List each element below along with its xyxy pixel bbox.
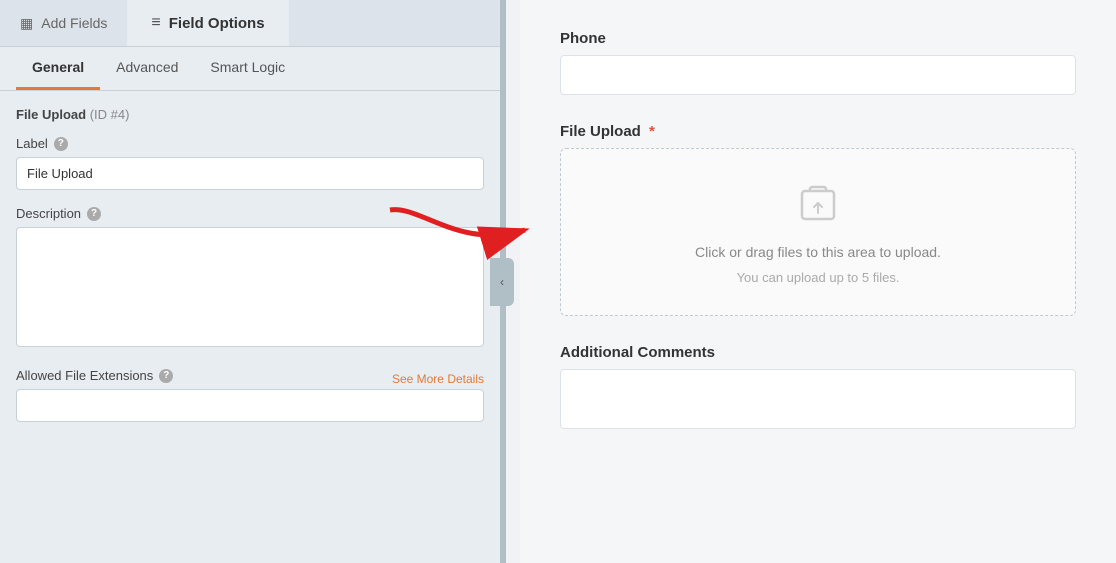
field-options-icon: ≡ (151, 14, 160, 32)
phone-label: Phone (560, 30, 1076, 47)
tab-advanced[interactable]: Advanced (100, 47, 194, 90)
field-id: (ID #4) (90, 107, 130, 122)
tab-smart-logic[interactable]: Smart Logic (194, 47, 301, 90)
field-name: File Upload (16, 107, 86, 122)
field-options-tab[interactable]: ≡ Field Options (127, 0, 288, 46)
upload-area[interactable]: Click or drag files to this area to uplo… (560, 148, 1076, 316)
tab-general-label: General (32, 59, 84, 75)
label-group: Label ? (16, 136, 484, 190)
collapse-icon: ‹ (500, 275, 504, 289)
additional-comments-section: Additional Comments (560, 344, 1076, 429)
extensions-label-row: Allowed File Extensions ? See More Detai… (16, 368, 484, 389)
description-textarea[interactable] (16, 227, 484, 347)
tab-general[interactable]: General (16, 47, 100, 90)
collapse-handle[interactable]: ‹ (490, 258, 514, 306)
upload-icon (794, 179, 842, 234)
tab-advanced-label: Advanced (116, 59, 178, 75)
description-group: Description ? (16, 206, 484, 352)
panel-content: File Upload (ID #4) Label ? Description … (0, 91, 500, 563)
label-field-label: Label ? (16, 136, 484, 151)
file-upload-section: File Upload * Click or drag files to thi… (560, 123, 1076, 316)
comments-input-display[interactable] (560, 369, 1076, 429)
phone-group: Phone (560, 30, 1076, 95)
label-help-icon[interactable]: ? (54, 137, 68, 151)
left-panel: ▦ Add Fields ≡ Field Options General Adv… (0, 0, 500, 563)
add-fields-label: Add Fields (41, 15, 107, 31)
right-panel: Phone File Upload * Click or drag files … (520, 0, 1116, 563)
see-more-link[interactable]: See More Details (392, 372, 484, 386)
sub-tabs: General Advanced Smart Logic (0, 47, 500, 91)
extensions-group: Allowed File Extensions ? See More Detai… (16, 368, 484, 422)
extensions-field-label: Allowed File Extensions ? (16, 368, 173, 383)
additional-comments-label: Additional Comments (560, 344, 1076, 361)
phone-input-display[interactable] (560, 55, 1076, 95)
file-upload-label: File Upload * (560, 123, 1076, 140)
extensions-input[interactable] (16, 389, 484, 422)
tab-smart-logic-label: Smart Logic (210, 59, 285, 75)
description-help-icon[interactable]: ? (87, 207, 101, 221)
add-fields-tab[interactable]: ▦ Add Fields (0, 0, 127, 46)
add-fields-icon: ▦ (20, 15, 33, 32)
description-field-label: Description ? (16, 206, 484, 221)
panel-header: ▦ Add Fields ≡ Field Options (0, 0, 500, 47)
extensions-help-icon[interactable]: ? (159, 369, 173, 383)
upload-text: Click or drag files to this area to uplo… (695, 244, 941, 260)
upload-subtext: You can upload up to 5 files. (737, 270, 900, 285)
required-star: * (649, 123, 655, 140)
field-options-label: Field Options (169, 15, 265, 32)
label-input[interactable] (16, 157, 484, 190)
field-title: File Upload (ID #4) (16, 107, 484, 122)
